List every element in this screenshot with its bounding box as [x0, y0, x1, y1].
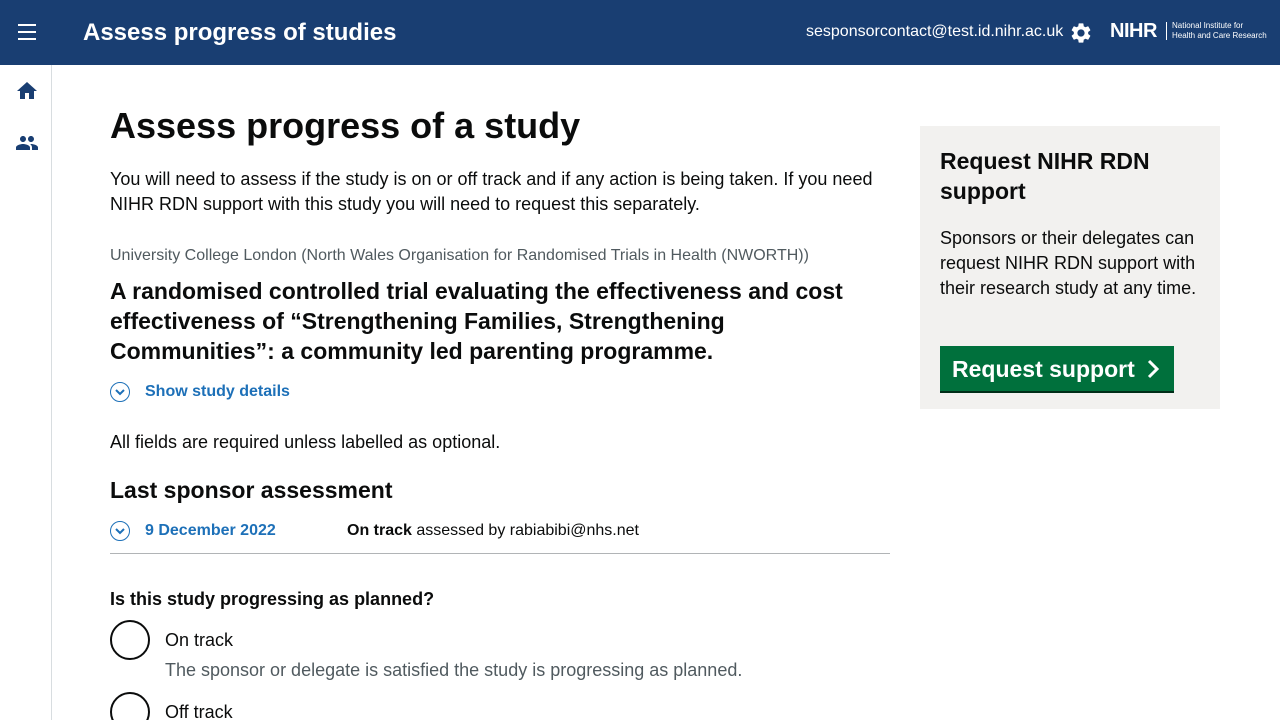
app-header: Assess progress of studies sesponsorcont…: [0, 0, 1280, 65]
show-study-details-label: Show study details: [145, 383, 290, 400]
chevron-down-icon: [110, 382, 130, 402]
radio-off-track-label[interactable]: Off track: [165, 692, 233, 720]
app-title[interactable]: Assess progress of studies: [83, 18, 396, 48]
show-study-details-toggle[interactable]: Show study details: [110, 382, 290, 402]
assessment-status-text: On track assessed by rabiabibi@nhs.net: [347, 521, 639, 541]
logo-subtitle: National Institute for Health and Care R…: [1172, 21, 1267, 41]
assessment-date-toggle[interactable]: 9 December 2022: [110, 521, 276, 541]
radio-off-track-input[interactable]: [110, 692, 150, 720]
logo-subtitle-line1: National Institute for: [1172, 21, 1244, 30]
assessment-assessed-by: assessed by rabiabibi@nhs.net: [416, 522, 639, 539]
assessment-date: 9 December 2022: [145, 522, 276, 539]
progress-question: Is this study progressing as planned?: [110, 589, 435, 609]
logo-divider: [1166, 22, 1167, 40]
user-email: sesponsorcontact@test.id.nihr.ac.uk: [806, 23, 1064, 40]
radio-on-track-input[interactable]: [110, 620, 150, 660]
radio-on-track-hint: The sponsor or delegate is satisfied the…: [165, 660, 743, 680]
last-assessment-row: 9 December 2022 On track assessed by rab…: [110, 521, 890, 554]
main-content: Assess progress of a study You will need…: [110, 104, 890, 720]
logo-subtitle-line2: Health and Care Research: [1172, 31, 1267, 40]
panel-title: Request NIHR RDN support: [940, 148, 1150, 204]
hamburger-menu-icon[interactable]: [14, 21, 40, 45]
intro-text: You will need to assess if the study is …: [110, 169, 873, 214]
radio-on-track[interactable]: On track The sponsor or delegate is sati…: [110, 620, 742, 682]
radio-off-track[interactable]: Off track: [110, 692, 233, 720]
last-assessment-heading: Last sponsor assessment: [110, 477, 393, 503]
request-support-panel: Request NIHR RDN support Sponsors or the…: [920, 126, 1220, 409]
radio-on-track-label[interactable]: On track: [165, 620, 742, 652]
page-title: Assess progress of a study: [110, 105, 581, 146]
users-icon[interactable]: [15, 131, 39, 155]
logo-name: NIHR: [1110, 20, 1157, 42]
request-support-label: Request support: [952, 355, 1135, 382]
chevron-right-icon: [1145, 359, 1161, 379]
study-title: A randomised controlled trial evaluating…: [110, 278, 843, 364]
gear-icon[interactable]: [1069, 21, 1093, 45]
side-navigation: [0, 65, 52, 720]
panel-body: Sponsors or their delegates can request …: [940, 228, 1197, 298]
request-support-button[interactable]: Request support: [940, 346, 1174, 391]
required-fields-note: All fields are required unless labelled …: [110, 432, 501, 452]
chevron-down-icon: [110, 521, 130, 541]
nihr-logo[interactable]: NIHR National Institute for Health and C…: [1110, 19, 1270, 45]
study-organisation: University College London (North Wales O…: [110, 247, 809, 264]
home-icon[interactable]: [15, 79, 39, 103]
assessment-status: On track: [347, 522, 412, 539]
